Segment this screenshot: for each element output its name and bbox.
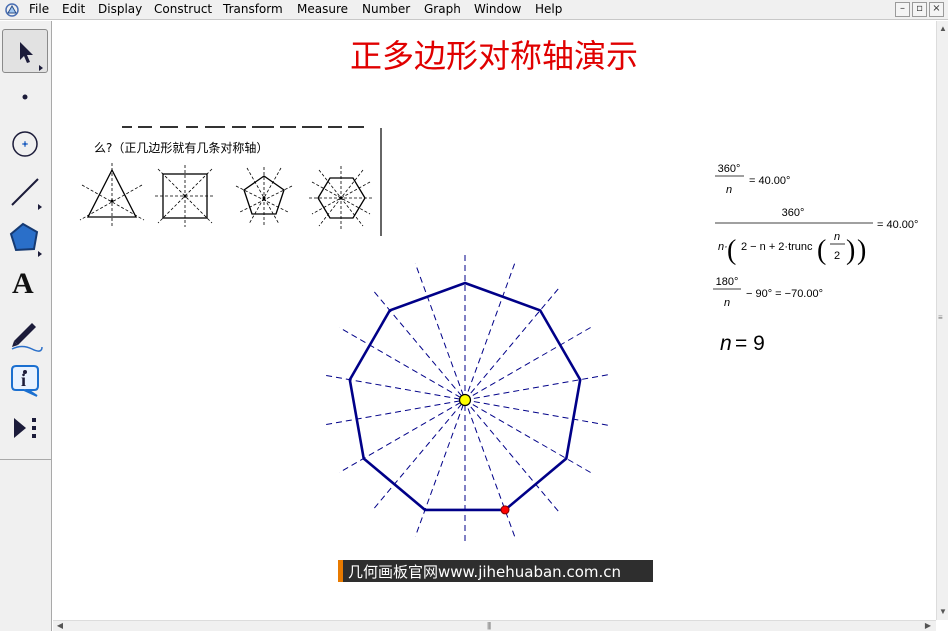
- square-axes-figure: [155, 165, 215, 227]
- info-icon: i: [11, 365, 39, 397]
- text-tool[interactable]: A: [2, 263, 48, 307]
- scroll-right-arrow-icon[interactable]: ▶: [923, 621, 933, 631]
- parameter-n-value: = 9: [735, 332, 765, 355]
- toolbox: A i: [0, 21, 52, 631]
- circle-icon: [12, 131, 38, 157]
- formula-trunc[interactable]: 360° = 40.00° n· ( 2 − n + 2·trunc ( n 2…: [715, 207, 918, 266]
- scroll-grip-h-icon[interactable]: |||: [487, 621, 491, 630]
- menu-display[interactable]: Display: [98, 2, 142, 16]
- triangle-axes-figure: [79, 163, 145, 228]
- formula2-den-inner: 2 − n + 2·trunc: [741, 241, 813, 253]
- formula-180-over-n[interactable]: 180° n − 90° = −70.00°: [713, 276, 823, 309]
- vertical-scrollbar[interactable]: ▲ ≡ ▼: [936, 21, 948, 620]
- marker-tool[interactable]: [2, 311, 48, 355]
- formula2-frac-num: n: [834, 231, 840, 243]
- menu-help[interactable]: Help: [535, 2, 562, 16]
- pen-icon: [11, 323, 43, 352]
- arrow-icon: [20, 42, 43, 71]
- parameter-n-label: n: [720, 332, 732, 355]
- horizontal-scrollbar[interactable]: ◀ ||| ▶: [53, 620, 936, 631]
- watermark-text: 几何画板官网www.jihehuaban.com.cn: [348, 563, 621, 581]
- select-arrow-tool[interactable]: [2, 29, 48, 73]
- menu-graph[interactable]: Graph: [424, 2, 461, 16]
- menu-construct[interactable]: Construct: [154, 2, 212, 16]
- menu-window[interactable]: Window: [474, 2, 521, 16]
- formula2-numerator: 360°: [782, 207, 805, 219]
- paren-close: ): [857, 235, 866, 266]
- restore-button[interactable]: ▫: [912, 2, 927, 17]
- formula3-rest: − 90° = −70.00°: [746, 288, 823, 300]
- straightedge-tool[interactable]: [2, 169, 48, 213]
- compass-tool[interactable]: [2, 122, 48, 166]
- point-tool[interactable]: [2, 75, 48, 119]
- menu-transform[interactable]: Transform: [223, 2, 283, 16]
- hexagon-axes-figure: [309, 166, 373, 230]
- formula1-numerator: 360°: [718, 163, 741, 175]
- menu-edit[interactable]: Edit: [62, 2, 85, 16]
- formula2-frac-den: 2: [834, 250, 840, 262]
- scroll-up-arrow-icon[interactable]: ▲: [938, 24, 948, 34]
- scroll-down-arrow-icon[interactable]: ▼: [938, 607, 948, 617]
- play-dots-icon: [14, 418, 36, 438]
- menu-file[interactable]: File: [29, 2, 49, 16]
- paren-inner-open: (: [817, 235, 826, 266]
- sketch-canvas[interactable]: 正多边形对称轴演示 么?（正几边形就有几条对称轴） 360° n = 40.00…: [53, 21, 935, 620]
- menu-measure[interactable]: Measure: [297, 2, 348, 16]
- text-A-icon: A: [12, 267, 34, 300]
- document-title[interactable]: 正多边形对称轴演示: [350, 37, 638, 75]
- center-point[interactable]: [458, 393, 472, 407]
- toolbox-divider: [0, 459, 52, 460]
- formula1-result: = 40.00°: [749, 175, 790, 187]
- parameter-n[interactable]: n = 9: [720, 332, 765, 355]
- paren-inner-close: ): [846, 235, 855, 266]
- menu-bar: File Edit Display Construct Transform Me…: [0, 0, 948, 20]
- pentagon-axes-figure: [235, 167, 293, 226]
- information-tool[interactable]: i: [2, 358, 48, 402]
- point-icon: [22, 94, 28, 100]
- formula1-denominator: n: [726, 184, 732, 196]
- formula2-result: = 40.00°: [877, 219, 918, 231]
- polygon-tool[interactable]: [2, 216, 48, 260]
- formula-360-over-n[interactable]: 360° n = 40.00°: [715, 163, 790, 196]
- minimize-button[interactable]: –: [895, 2, 910, 17]
- vertex-control-point[interactable]: [500, 505, 510, 515]
- question-text: 么?（正几边形就有几条对称轴）: [94, 140, 268, 155]
- scroll-left-arrow-icon[interactable]: ◀: [55, 621, 65, 631]
- pentagon-icon: [9, 222, 42, 257]
- watermark-banner: 几何画板官网www.jihehuaban.com.cn: [338, 560, 653, 582]
- sketch-drawing: 正多边形对称轴演示 么?（正几边形就有几条对称轴） 360° n = 40.00…: [79, 37, 918, 582]
- segment-icon: [11, 178, 42, 210]
- scroll-grip-icon[interactable]: ≡: [938, 313, 943, 322]
- sketchpad-app-icon[interactable]: [4, 2, 20, 18]
- close-button[interactable]: ×: [929, 2, 944, 17]
- formula3-denominator: n: [724, 297, 730, 309]
- reference-image[interactable]: 么?（正几边形就有几条对称轴）: [79, 123, 382, 236]
- paren-open: (: [727, 235, 736, 266]
- formula3-numerator: 180°: [716, 276, 739, 288]
- custom-tool[interactable]: [2, 406, 48, 450]
- menu-number[interactable]: Number: [362, 2, 410, 16]
